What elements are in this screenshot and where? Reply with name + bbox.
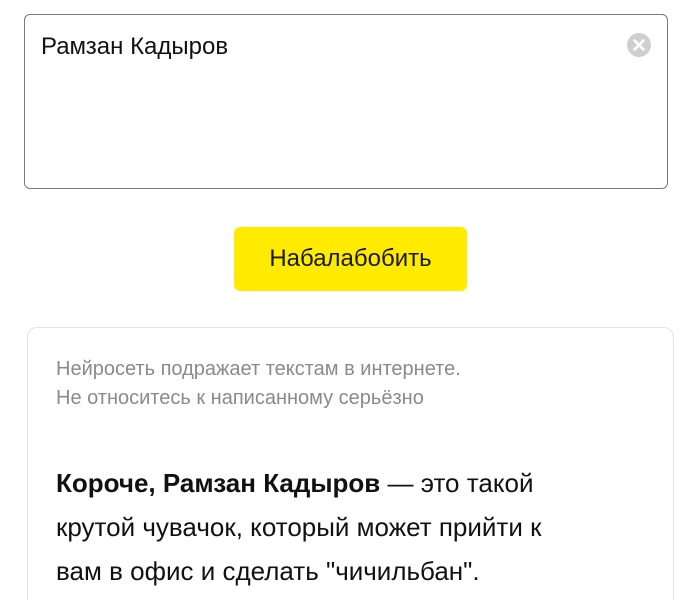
generated-line: крутой чувачок, который может прийти к [56,512,542,542]
disclaimer-line: Нейросеть подражает текстам в интернете. [56,358,461,380]
generated-line: Короче, Рамзан Кадыров — это такой [56,461,656,505]
generate-button[interactable]: Набалабобить [234,227,467,291]
disclaimer-line: Не относитесь к написанному серьёзно [56,387,424,409]
generated-text: Короче, Рамзан Кадыров — это такой круто… [56,461,656,593]
prompt-text[interactable]: Рамзан Кадыров [41,33,228,61]
result-card: Нейросеть подражает текстам в интернете.… [27,327,674,600]
generated-line-text: — это такой [380,468,534,498]
balaboba-page: Рамзан Кадыров Набалабобить Нейросеть по… [0,0,700,600]
generated-line: вам в офис и сделать "чичильбан". [56,556,480,586]
clear-x-circle-icon[interactable] [627,33,651,57]
disclaimer: Нейросеть подражает текстам в интернете.… [56,355,646,413]
prompt-textarea[interactable]: Рамзан Кадыров [24,14,668,189]
generated-lead-bold: Короче, Рамзан Кадыров [56,468,381,498]
